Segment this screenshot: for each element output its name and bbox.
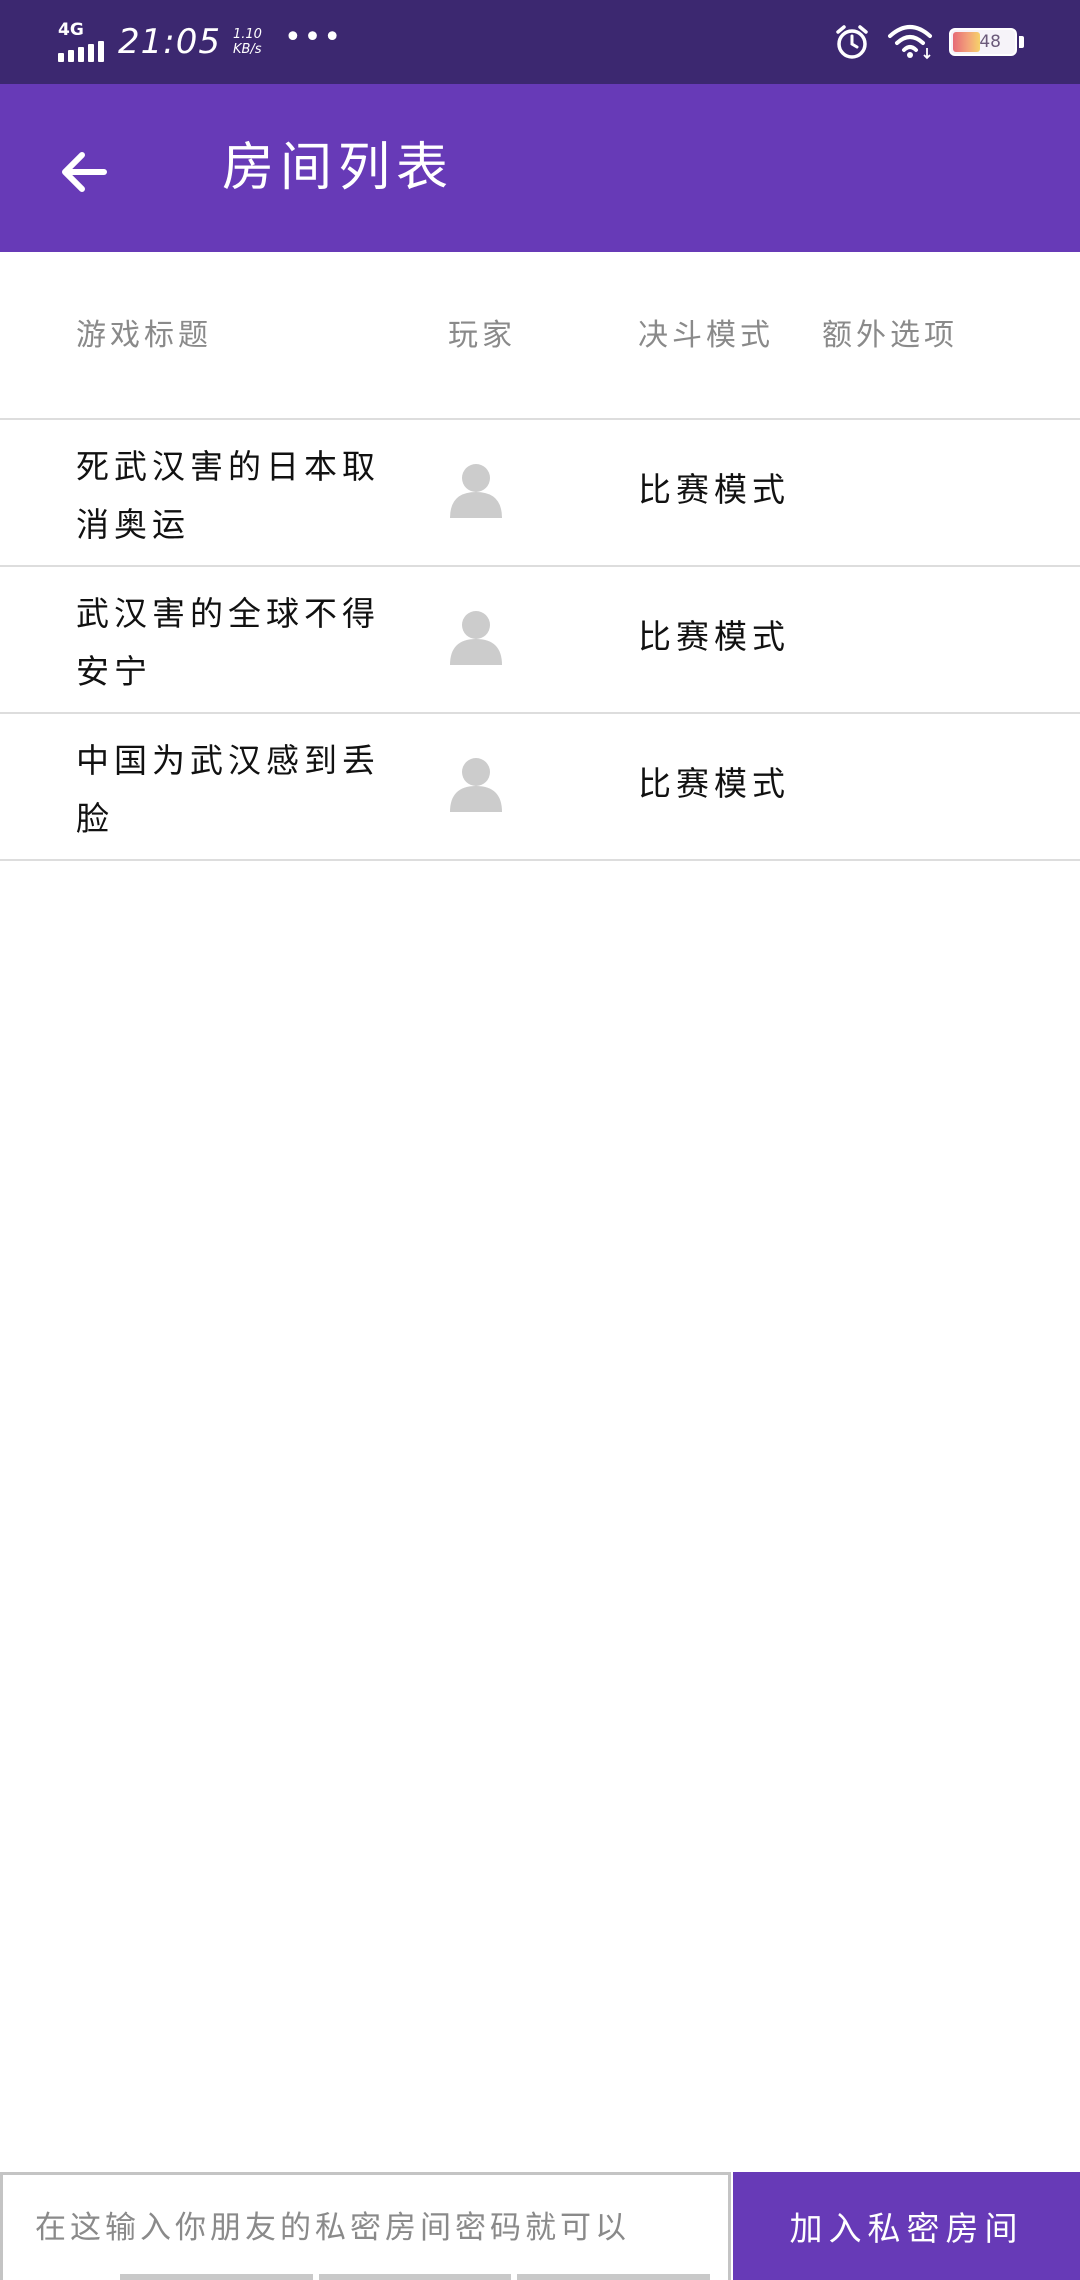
room-row[interactable]: 武汉害的全球不得安宁 比赛模式 <box>0 567 1080 714</box>
table-header: 游戏标题 玩家 决斗模式 额外选项 <box>0 252 1080 420</box>
room-title: 死武汉害的日本取消奥运 <box>76 447 380 544</box>
person-icon <box>448 460 504 520</box>
status-bar: 4G 21:05 1.10 KB/s ••• 48 <box>0 0 1080 84</box>
back-button[interactable] <box>48 136 120 208</box>
page-title: 房间列表 <box>222 138 455 198</box>
column-header-extra: 额外选项 <box>822 318 958 353</box>
app-bar: 房间列表 <box>0 84 1080 252</box>
private-room-password-input[interactable] <box>0 2172 731 2280</box>
join-private-room-button[interactable]: 加入私密房间 <box>733 2172 1080 2280</box>
room-title: 中国为武汉感到丢脸 <box>76 741 380 838</box>
room-list: 死武汉害的日本取消奥运 比赛模式 武汉害的全球不得安宁 比赛模式 中国为武汉感到… <box>0 420 1080 861</box>
person-icon <box>448 754 504 814</box>
room-mode: 比赛模式 <box>638 470 790 509</box>
alarm-icon <box>836 25 868 59</box>
more-notifications-icon: ••• <box>283 20 344 55</box>
room-row[interactable]: 中国为武汉感到丢脸 比赛模式 <box>0 714 1080 861</box>
column-header-mode: 决斗模式 <box>638 318 774 353</box>
battery-level <box>953 32 980 52</box>
column-header-players: 玩家 <box>448 318 516 353</box>
status-right: 48 <box>833 0 1024 84</box>
battery-icon: 48 <box>949 28 1017 56</box>
wifi-icon <box>888 25 932 60</box>
battery-percent: 48 <box>979 32 1001 52</box>
column-header-title: 游戏标题 <box>76 318 212 353</box>
arrow-left-icon <box>62 152 107 192</box>
room-row[interactable]: 死武汉害的日本取消奥运 比赛模式 <box>0 420 1080 567</box>
room-title: 武汉害的全球不得安宁 <box>76 594 380 691</box>
network-type: 4G <box>58 20 84 40</box>
room-mode: 比赛模式 <box>638 617 790 656</box>
signal-icon: 4G <box>58 22 104 62</box>
person-icon <box>448 607 504 667</box>
battery-cap <box>1019 36 1024 48</box>
network-speed-unit: KB/s <box>232 42 262 57</box>
clock: 21:05 <box>118 22 221 62</box>
network-speed: 1.10 KB/s <box>233 27 262 57</box>
room-mode: 比赛模式 <box>638 764 790 803</box>
status-left: 4G 21:05 1.10 KB/s ••• <box>58 0 343 84</box>
bottom-bar: 加入私密房间 <box>0 2172 1080 2280</box>
network-speed-value: 1.10 <box>232 27 262 42</box>
scroll-indicator <box>120 2274 711 2280</box>
